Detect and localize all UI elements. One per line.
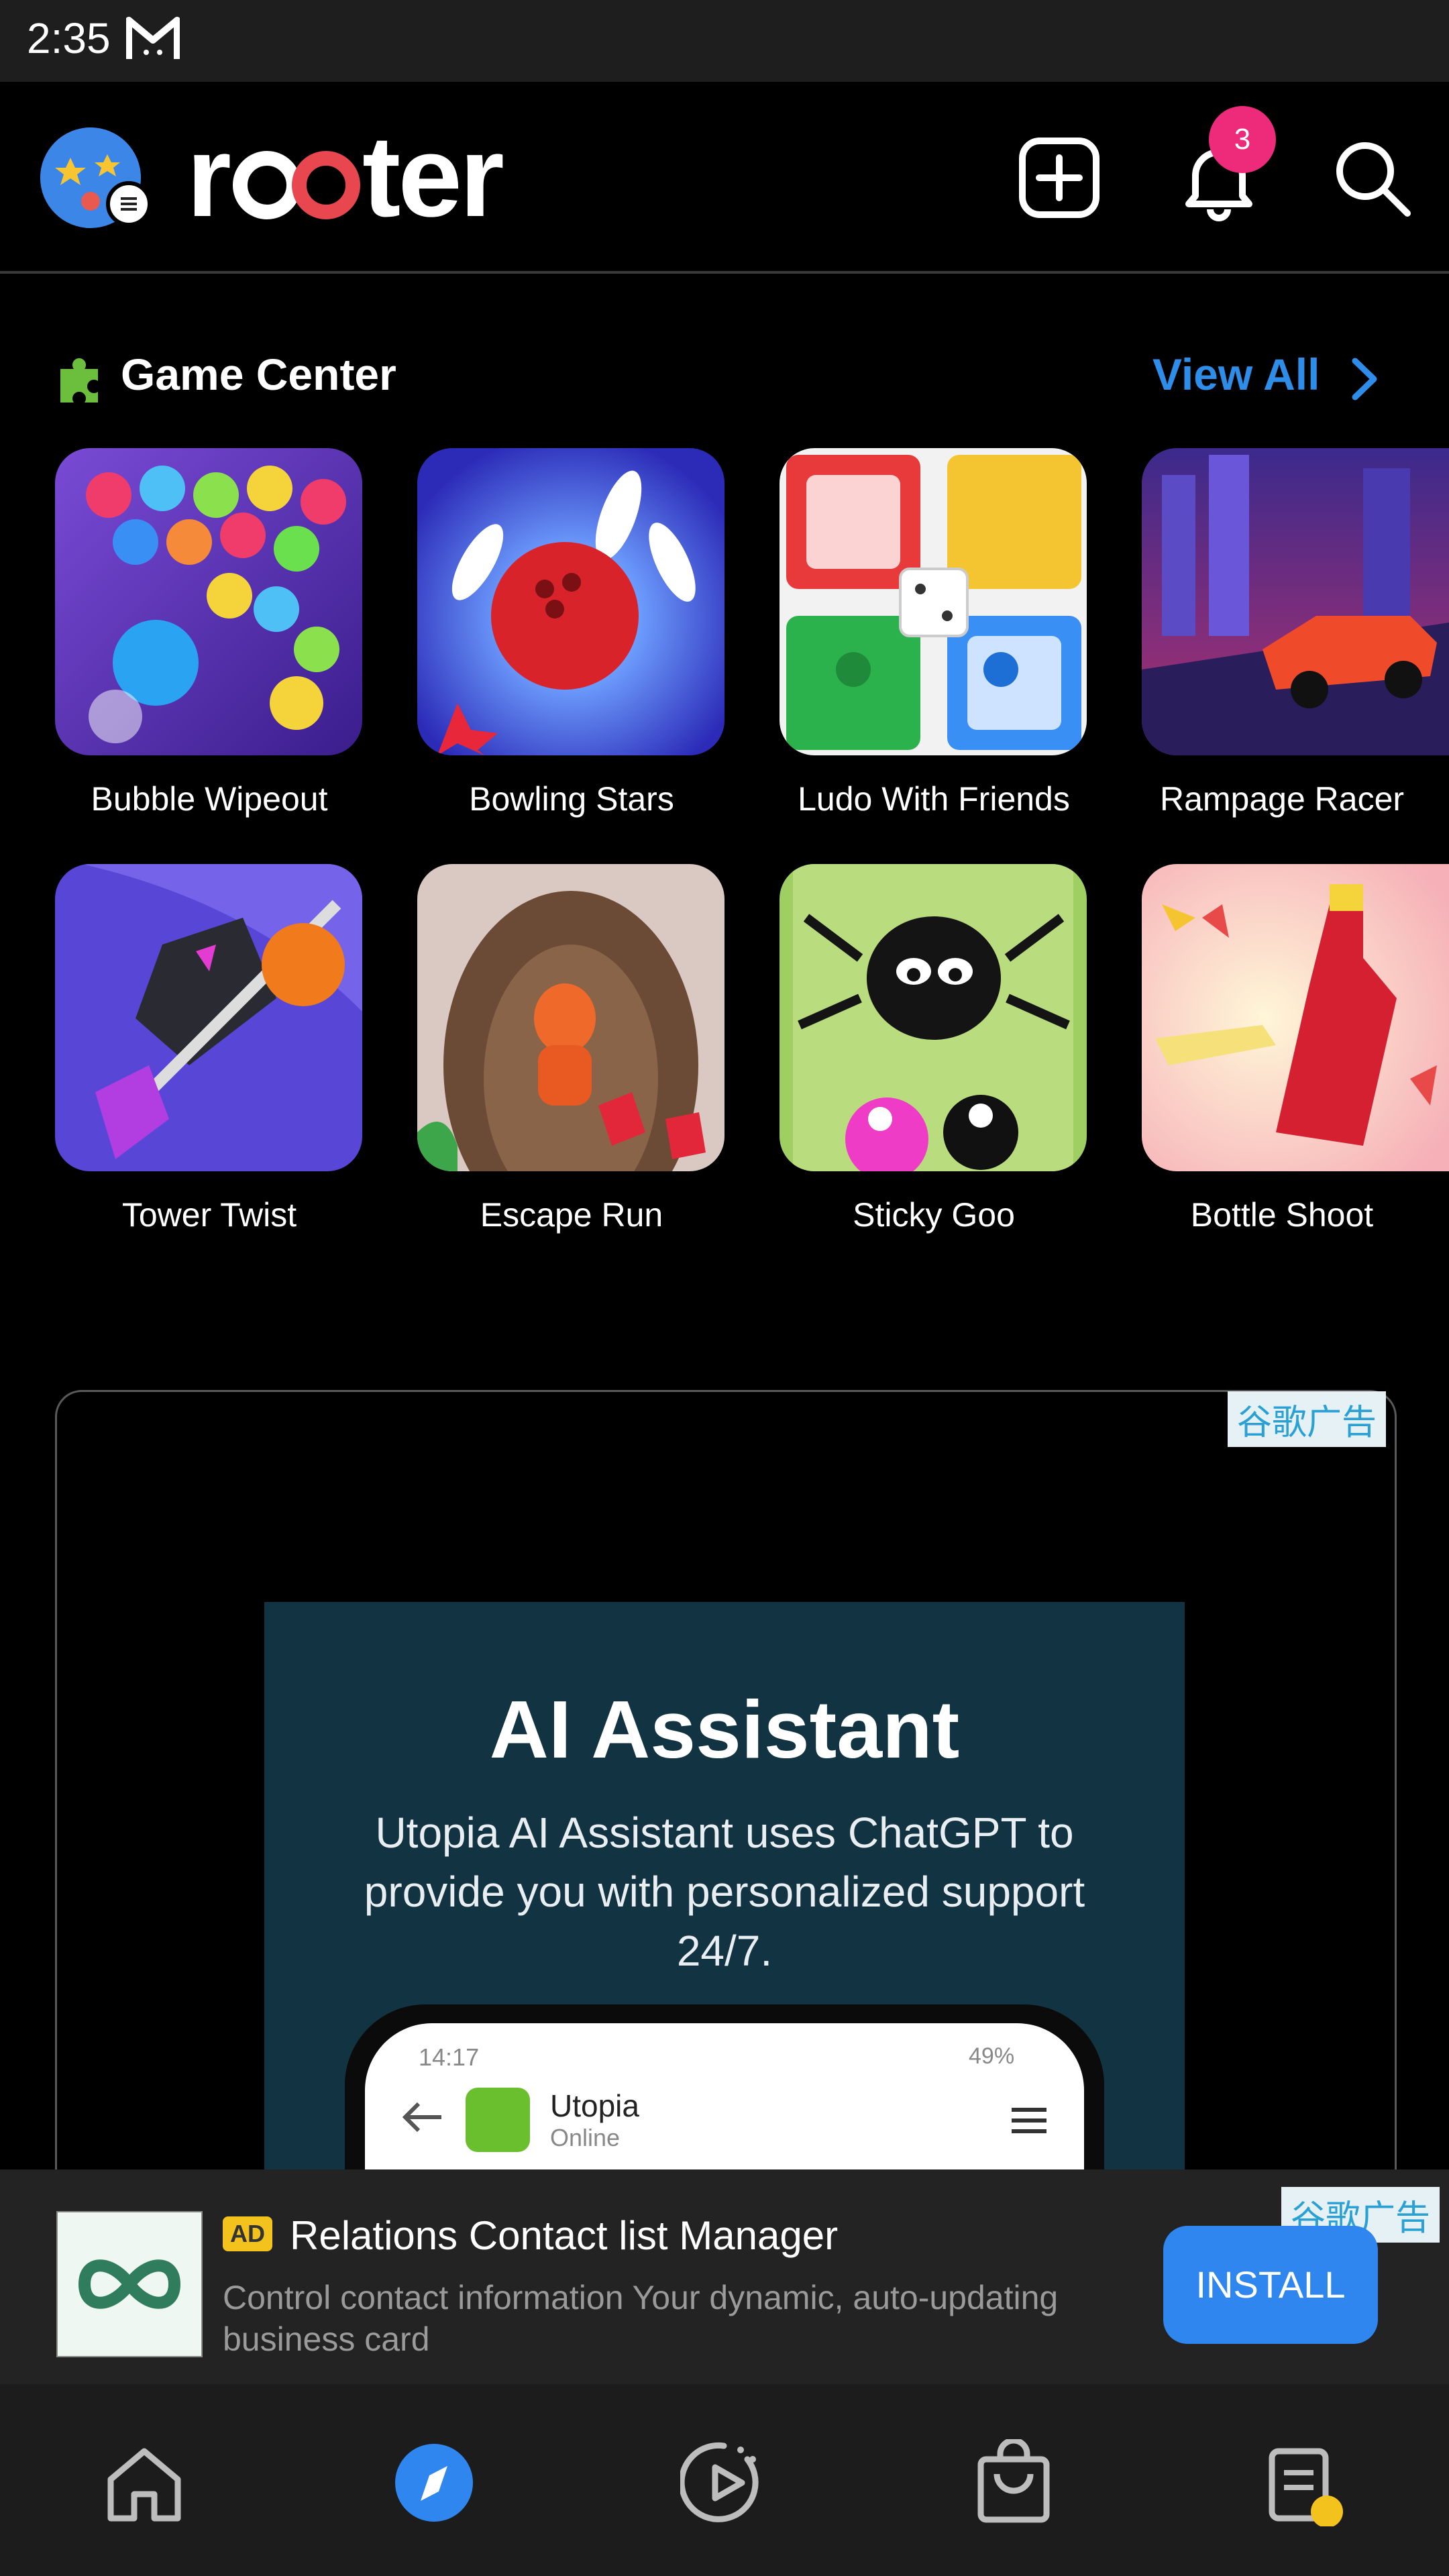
ludo-game-art-icon <box>780 448 1087 755</box>
game-tile-rampage-racer[interactable] <box>1142 448 1449 755</box>
status-bar <box>0 0 1449 82</box>
utopia-app-icon <box>466 2088 530 2152</box>
bottle-game-art-icon <box>1142 864 1449 1171</box>
game-name-bowling-stars: Bowling Stars <box>469 780 674 818</box>
game-name-rampage-racer: Rampage Racer <box>1159 780 1405 818</box>
view-all-link[interactable]: View All <box>1152 349 1320 400</box>
phone-battery: 49% <box>969 2043 1015 2069</box>
tasks-icon[interactable] <box>1258 2439 1346 2526</box>
ad-heading: AI Assistant <box>489 1684 960 1775</box>
create-post-icon[interactable] <box>1016 134 1103 221</box>
infinity-logo-icon <box>78 2259 181 2309</box>
game-center-title: Game Center <box>121 350 396 399</box>
svg-text:r: r <box>186 115 230 241</box>
escape-game-art-icon <box>417 864 724 1171</box>
game-tile-sticky-goo[interactable] <box>780 864 1087 1171</box>
tower-game-art-icon <box>55 864 362 1171</box>
banner-app-thumbnail[interactable] <box>56 2211 203 2357</box>
game-tile-bubble-wipeout[interactable] <box>55 448 362 755</box>
ad-badge: AD <box>223 2216 272 2251</box>
home-icon[interactable] <box>101 2439 188 2526</box>
bubble-game-art-icon <box>55 448 362 755</box>
phone-app-name: Utopia <box>550 2088 639 2123</box>
game-name-ludo-with-friends: Ludo With Friends <box>798 780 1070 818</box>
game-tile-bowling-stars[interactable] <box>417 448 724 755</box>
game-name-tower-twist: Tower Twist <box>121 1196 297 1234</box>
game-name-sticky-goo: Sticky Goo <box>853 1196 1015 1234</box>
bowling-game-art-icon <box>417 448 724 755</box>
status-time: 2:35 <box>27 14 111 62</box>
banner-title[interactable]: Relations Contact list Manager <box>290 2212 838 2259</box>
hamburger-menu-icon <box>1012 2108 1046 2133</box>
game-tile-tower-twist[interactable] <box>55 864 362 1171</box>
ad-description: Utopia AI Assistant uses ChatGPT to prov… <box>364 1809 1085 1975</box>
rooter-logo-icon: r ter <box>186 112 506 241</box>
search-icon[interactable] <box>1328 134 1415 221</box>
svg-text:ter: ter <box>362 115 503 241</box>
phone-time: 14:17 <box>419 2043 480 2071</box>
back-arrow-icon <box>402 2102 441 2133</box>
explore-icon[interactable] <box>390 2439 478 2526</box>
menu-icon <box>121 197 137 211</box>
ad-card-tag: 谷歌广告 <box>1228 1391 1387 1447</box>
game-tile-bottle-shoot[interactable] <box>1142 864 1449 1171</box>
mail-notification-icon <box>126 17 180 59</box>
app-logo: r ter <box>186 112 535 250</box>
game-name-bubble-wipeout: Bubble Wipeout <box>91 780 328 818</box>
game-tile-escape-run[interactable] <box>417 864 724 1171</box>
game-tile-ludo-with-friends[interactable] <box>780 448 1087 755</box>
sticky-goo-game-art-icon <box>780 864 1087 1171</box>
racer-game-art-icon <box>1142 448 1449 755</box>
banner-description: Control contact information Your dynamic… <box>223 2279 1059 2358</box>
puzzle-icon <box>60 358 98 402</box>
notification-count-badge: 3 <box>1209 106 1276 173</box>
game-name-escape-run: Escape Run <box>480 1196 663 1234</box>
ad-creative[interactable]: AI Assistant Utopia AI Assistant uses Ch… <box>264 1602 1185 2246</box>
phone-app-status: Online <box>550 2124 621 2151</box>
store-icon[interactable] <box>970 2439 1057 2526</box>
game-name-bottle-shoot: Bottle Shoot <box>1190 1196 1374 1234</box>
install-button[interactable]: INSTALL <box>1163 2226 1378 2344</box>
chevron-right-icon[interactable] <box>1348 356 1381 402</box>
videos-icon[interactable] <box>680 2439 767 2526</box>
menu-badge[interactable] <box>106 181 152 227</box>
